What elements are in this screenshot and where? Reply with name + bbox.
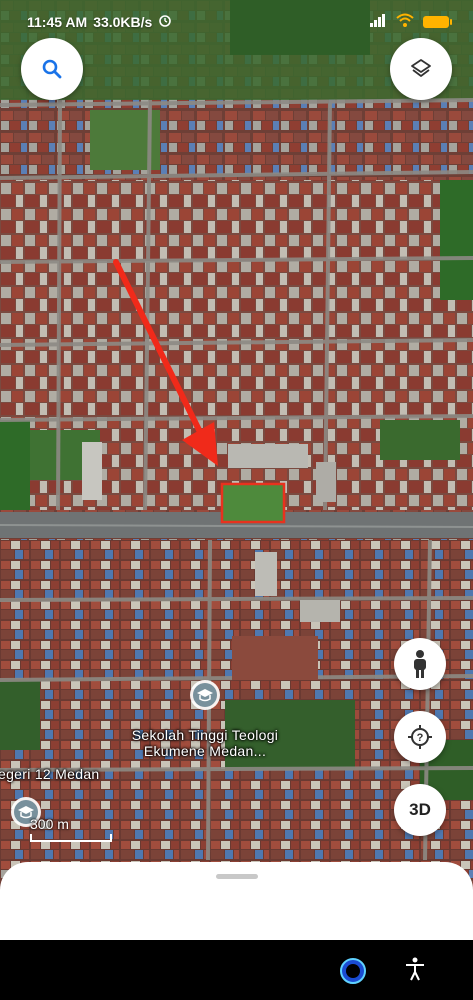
place-label[interactable]: Sekolah Tinggi Teologi Ekumene Medan... bbox=[110, 727, 300, 759]
layers-icon bbox=[409, 57, 433, 81]
wifi-icon bbox=[395, 13, 415, 30]
status-bar: 11:45 AM 33.0KB/s bbox=[0, 0, 473, 40]
battery-icon bbox=[423, 15, 452, 28]
signal-icon bbox=[369, 13, 387, 30]
status-time: 11:45 AM bbox=[27, 13, 88, 30]
3d-toggle-button[interactable]: 3D bbox=[394, 784, 446, 836]
pegman-icon bbox=[410, 649, 430, 679]
drag-handle[interactable] bbox=[216, 874, 258, 879]
search-button[interactable] bbox=[21, 38, 83, 100]
partial-place-label[interactable]: egeri 12 Medan bbox=[0, 766, 100, 782]
assistant-icon[interactable] bbox=[338, 956, 368, 991]
map-scale-bar bbox=[30, 834, 112, 842]
accessibility-icon[interactable] bbox=[403, 956, 427, 987]
place-label-line1: Sekolah Tinggi Teologi bbox=[131, 727, 279, 743]
school-place-pin bbox=[190, 680, 220, 710]
bottom-sheet[interactable] bbox=[0, 862, 473, 940]
street-view-button[interactable] bbox=[394, 638, 446, 690]
alarm-icon bbox=[158, 13, 172, 30]
my-location-button[interactable]: ? bbox=[394, 711, 446, 763]
status-network-speed: 33.0KB/s bbox=[93, 13, 153, 30]
svg-text:?: ? bbox=[417, 732, 424, 744]
place-label-line2: Ekumene Medan... bbox=[143, 743, 267, 759]
layers-button[interactable] bbox=[390, 38, 452, 100]
map-scale-label: 300 m bbox=[30, 816, 69, 832]
system-nav-bar bbox=[0, 940, 473, 1000]
my-location-icon: ? bbox=[406, 723, 434, 751]
search-icon bbox=[41, 58, 63, 80]
